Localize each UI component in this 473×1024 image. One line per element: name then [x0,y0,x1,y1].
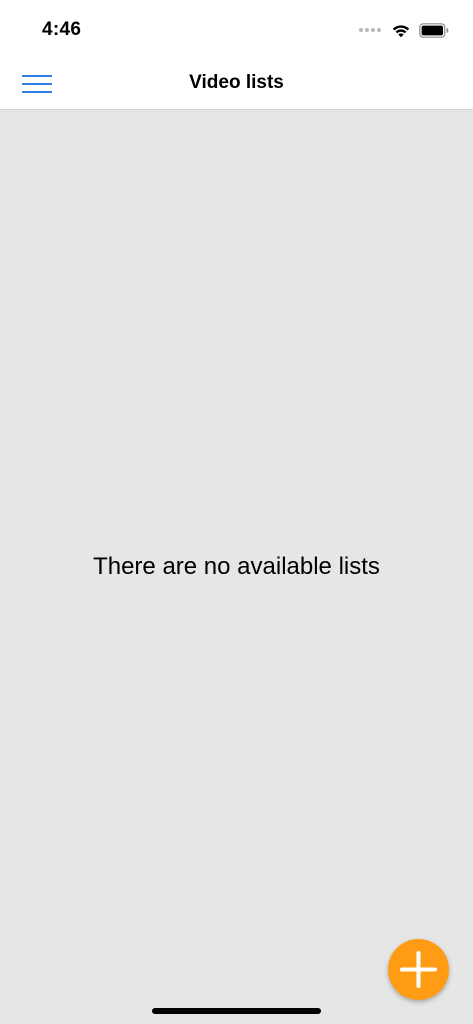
status-bar: 4:46 [0,0,473,58]
empty-state-message: There are no available lists [93,553,380,580]
video-lists-content: There are no available lists [0,110,473,1024]
status-icons [359,20,449,40]
plus-icon [400,951,437,988]
battery-icon [419,22,449,38]
home-indicator[interactable] [152,1008,321,1014]
navigation-bar: Video lists [0,58,473,110]
page-title: Video lists [189,72,284,93]
wifi-icon [392,24,410,37]
cellular-signal-icon [359,28,381,32]
status-time: 4:46 [42,19,82,40]
app-screen: 4:46 Video lists There are no available … [0,0,473,1024]
add-list-button[interactable] [388,939,449,1000]
